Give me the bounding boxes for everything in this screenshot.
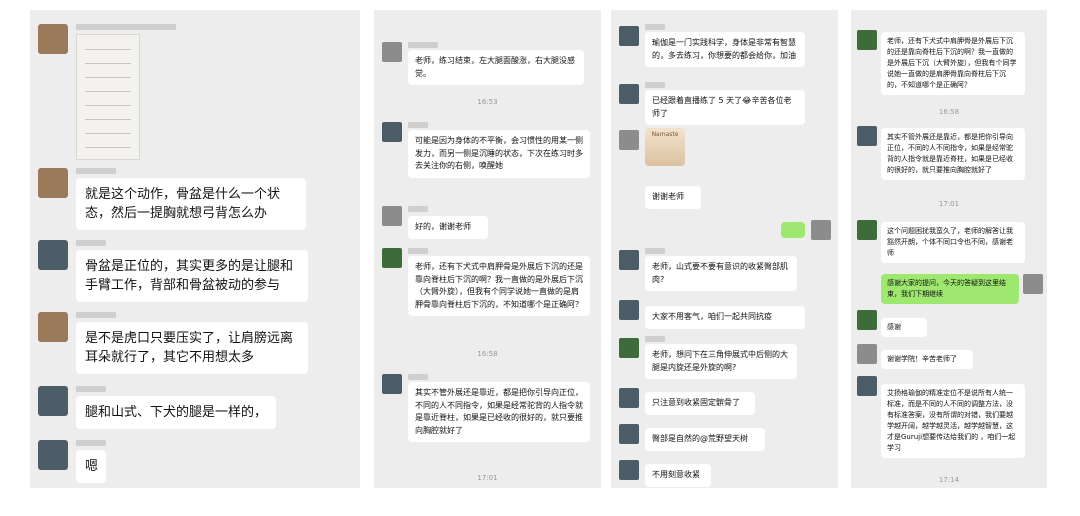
sender-name <box>76 386 106 392</box>
user-avatar[interactable] <box>857 344 877 364</box>
chat-bubble: 好的，谢谢老师 <box>408 216 488 239</box>
user-avatar[interactable] <box>619 388 639 408</box>
user-avatar[interactable] <box>619 338 639 358</box>
sender-name <box>408 122 428 128</box>
timestamp: 17:01 <box>938 200 960 208</box>
teacher-avatar[interactable] <box>857 126 877 146</box>
timestamp: 17:14 <box>938 476 960 484</box>
sender-name <box>408 374 428 380</box>
sender-name <box>76 312 116 318</box>
chat-panel-2: 老师，练习结束，左大腿面酸涨，右大腿没感觉。 16:53 可能是因为身体的不平衡… <box>374 10 601 488</box>
chat-bubble: 不用刻意收紧 <box>645 464 711 487</box>
chat-bubble: 臀部是自然的@荒野望天树 <box>645 428 765 451</box>
chat-bubble: 是不是虎口只要压实了，让肩膀远离耳朵就行了，其它不用想太多 <box>76 322 308 374</box>
chat-bubble: 瑜伽是一门实践科学，身体是非常有智慧的，多去练习，你想要的都会给你，加油 <box>645 32 805 67</box>
teacher-avatar[interactable] <box>38 240 68 270</box>
sender-name <box>76 240 106 246</box>
chat-bubble: 老师，练习结束，左大腿面酸涨，右大腿没感觉。 <box>408 50 584 85</box>
chat-panel-3: 瑜伽是一门实践科学，身体是非常有智慧的，多去练习，你想要的都会给你，加油 已经跟… <box>611 10 838 488</box>
timestamp: 16:53 <box>477 98 498 106</box>
chat-bubble: 大家不用客气，咱们一起共同抗疫 <box>645 306 805 329</box>
sender-name <box>645 82 665 88</box>
teacher-avatar[interactable] <box>619 26 639 46</box>
sender-name <box>408 206 428 212</box>
timestamp: 16:58 <box>938 108 960 116</box>
sender-name <box>76 440 106 446</box>
user-avatar[interactable] <box>619 84 639 104</box>
user-avatar[interactable] <box>382 248 402 268</box>
chat-bubble: 嗯 <box>76 450 106 483</box>
self-message: 感谢大家的提问，今天的答疑到这里结束，我们下期继续 <box>881 274 1019 304</box>
sender-name <box>408 42 438 48</box>
chat-bubble: 就是这个动作，骨盆是什么一个状态，然后一提胸就想弓背怎么办 <box>76 178 306 230</box>
namaste-sticker: Namaste <box>645 128 685 166</box>
user-avatar[interactable] <box>382 206 402 226</box>
teacher-avatar[interactable] <box>857 376 877 396</box>
teacher-avatar[interactable] <box>619 250 639 270</box>
sticker-caption: Namaste <box>651 131 679 138</box>
chat-bubble: 老师，想问下在三角伸展式中后侧的大腿是内旋还是外旋的啊? <box>645 344 797 379</box>
self-avatar[interactable] <box>1023 274 1043 294</box>
teacher-avatar[interactable] <box>619 300 639 320</box>
sender-name <box>408 248 428 254</box>
sender-name <box>76 168 116 174</box>
chat-panel-4: 老师，还有下犬式中肩胛骨是外展后下沉的还是靠向脊柱后下沉的啊？我一直做的是外展后… <box>851 10 1047 488</box>
teacher-avatar[interactable] <box>382 374 402 394</box>
sender-name <box>76 24 176 30</box>
chat-bubble: 已经跟着直播练了 5 天了😂辛苦各位老师了 <box>645 90 805 125</box>
chat-panel-1: 就是这个动作，骨盆是什么一个状态，然后一提胸就想弓背怎么办 骨盆是正位的，其实更… <box>30 10 360 488</box>
timestamp: 16:58 <box>477 350 498 358</box>
teacher-avatar[interactable] <box>38 440 68 470</box>
teacher-avatar[interactable] <box>382 122 402 142</box>
chat-bubble: 腿和山式、下犬的腿是一样的， <box>76 396 276 429</box>
chat-bubble: 谢谢学院！辛苦老师了 <box>881 350 973 369</box>
chat-bubble: 骨盆是正位的，其实更多的是让腿和手臂工作，背部和骨盆被动的参与 <box>76 250 308 302</box>
photo-message[interactable] <box>76 34 140 160</box>
chat-bubble: 老师，还有下犬式中肩胛骨是外展后下沉的还是靠向脊柱后下沉的啊？我一直做的是外展后… <box>408 256 590 316</box>
chat-bubble: 这个问题困扰我蛮久了，老师的解答让我豁然开朗，个体不同口令也不同，感谢老师 <box>881 222 1025 263</box>
chat-bubble: 其实不管外展还是靠近，都是把你引导向正位，不同的人不同指令，如果是经常驼背的人指… <box>408 382 590 442</box>
self-avatar[interactable] <box>811 220 831 240</box>
sender-name <box>645 248 665 254</box>
self-message <box>781 222 805 238</box>
teacher-avatar[interactable] <box>38 386 68 416</box>
chat-bubble: 谢谢老师 <box>645 186 701 209</box>
chat-bubble: 艾扬格瑜伽的精准定位不是说所有人统一标准，而是不同的人不同的调整方法，没有标准答… <box>881 384 1025 458</box>
chat-bubble: 可能是因为身体的不平衡，会习惯性的用某一侧发力，而另一侧是沉睡的状态，下次在练习… <box>408 130 590 178</box>
user-avatar[interactable] <box>38 312 68 342</box>
sender-name <box>645 24 665 30</box>
teacher-avatar[interactable] <box>619 424 639 444</box>
user-avatar[interactable] <box>619 130 639 150</box>
chat-bubble: 老师，还有下犬式中肩胛骨是外展后下沉的还是靠向脊柱后下沉的啊？我一直做的是外展后… <box>881 32 1025 95</box>
user-avatar[interactable] <box>38 168 68 198</box>
user-avatar[interactable] <box>382 42 402 62</box>
chat-bubble: 只注意到收紧固定髌骨了 <box>645 392 755 415</box>
chat-bubble: 感谢 <box>881 318 927 337</box>
teacher-avatar[interactable] <box>619 460 639 480</box>
chat-bubble: 老师，山式要不要有意识的收紧臀部肌肉? <box>645 256 797 291</box>
user-avatar[interactable] <box>857 220 877 240</box>
user-avatar[interactable] <box>38 24 68 54</box>
sender-name <box>645 336 665 342</box>
chat-bubble: 其实不管外展还是靠近，都是把你引导向正位，不同的人不同指令，如果是经常驼背的人指… <box>881 128 1025 180</box>
user-avatar[interactable] <box>857 310 877 330</box>
timestamp: 17:01 <box>477 474 498 482</box>
user-avatar[interactable] <box>857 30 877 50</box>
